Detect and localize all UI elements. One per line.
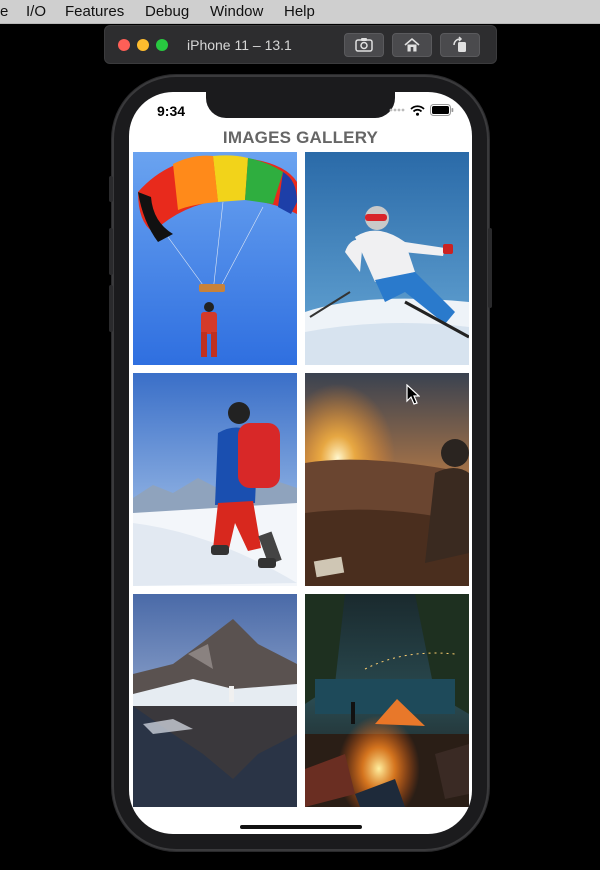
signal-dots-icon [389, 108, 405, 112]
gallery-image-mountain-lake[interactable] [133, 594, 297, 807]
photo-sunset [305, 373, 469, 586]
photo-paragliding [133, 152, 297, 365]
gallery-image-paragliding[interactable] [133, 152, 297, 365]
menu-item-window[interactable]: Window [210, 3, 263, 20]
simulator-titlebar: iPhone 11 – 13.1 [104, 25, 497, 64]
photo-hiker [133, 373, 297, 586]
gallery-image-skiing[interactable] [305, 152, 469, 365]
minimize-window-button[interactable] [137, 39, 149, 51]
volume-down-button [109, 285, 113, 332]
power-button [488, 228, 492, 308]
notch [206, 92, 395, 118]
rotate-button[interactable] [440, 33, 480, 57]
menu-item-features[interactable]: Features [65, 3, 124, 20]
photo-mountain-lake [133, 594, 297, 807]
home-indicator[interactable] [240, 825, 362, 829]
menu-bar: e I/O Features Debug Window Help [0, 0, 600, 24]
close-window-button[interactable] [118, 39, 130, 51]
volume-up-button [109, 228, 113, 275]
zoom-window-button[interactable] [156, 39, 168, 51]
menu-item-edit[interactable]: e [0, 3, 8, 20]
menu-item-help[interactable]: Help [284, 3, 315, 20]
screenshot-button[interactable] [344, 33, 384, 57]
simulator-title: iPhone 11 – 13.1 [187, 37, 292, 53]
screenshot-icon [355, 38, 373, 52]
menu-item-debug[interactable]: Debug [145, 3, 189, 20]
gallery-image-campfire[interactable] [305, 594, 469, 807]
menu-item-io[interactable]: I/O [26, 3, 46, 20]
status-icons [389, 104, 454, 116]
home-button[interactable] [392, 33, 432, 57]
gallery-image-hiker[interactable] [133, 373, 297, 586]
battery-icon [430, 104, 454, 116]
status-time: 9:34 [157, 103, 186, 119]
wifi-icon [410, 104, 425, 116]
mute-switch [109, 176, 113, 202]
mouse-cursor-icon [406, 384, 420, 405]
home-icon [404, 37, 420, 52]
photo-skier [305, 152, 469, 365]
phone-screen: 9:34 IMAGES GALLERY [129, 92, 472, 834]
gallery-image-sunset[interactable] [305, 373, 469, 586]
gallery-title: IMAGES GALLERY [222, 128, 379, 147]
rotate-icon [453, 36, 466, 52]
photo-campfire [305, 594, 469, 807]
